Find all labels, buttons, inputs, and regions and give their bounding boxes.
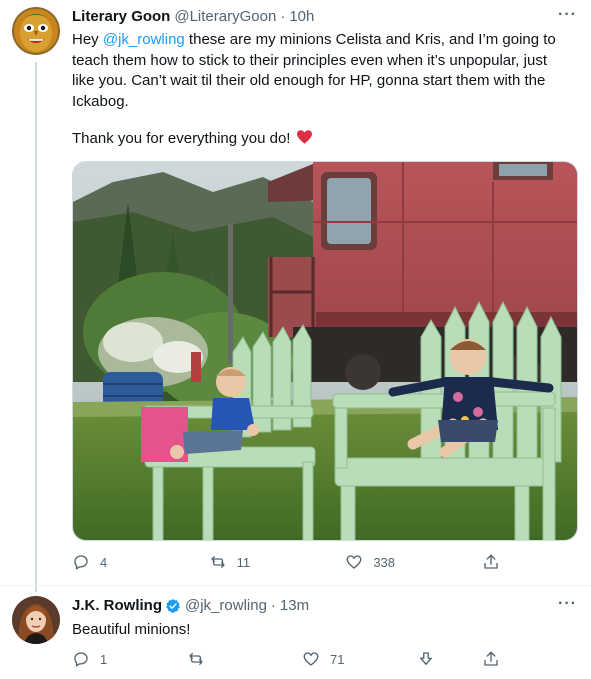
avatar-portrait-icon	[12, 596, 60, 644]
retweet-icon	[189, 653, 203, 665]
tweet-text: Beautiful minions!	[72, 620, 572, 641]
tweet-photo[interactable]	[72, 161, 578, 541]
share-button[interactable]	[482, 650, 502, 668]
red-heart-emoji-icon	[296, 130, 312, 144]
avatar[interactable]	[12, 7, 60, 55]
tweet-literary-goon[interactable]: Literary Goon @LiteraryGoon · 10h ··· He…	[0, 0, 591, 592]
tweet-header: J.K. Rowling @jk_rowling · 13m	[72, 597, 309, 614]
reply-count: 1	[100, 651, 108, 667]
text-segment: Beautiful minions!	[72, 621, 191, 638]
like-count: 338	[373, 554, 396, 570]
tweet-actions: 1 71	[72, 650, 502, 668]
more-options-icon[interactable]: ···	[558, 6, 577, 24]
retweet-button[interactable]	[187, 650, 277, 668]
user-handle[interactable]: @LiteraryGoon	[174, 8, 276, 25]
tweet-text: Hey @jk_rowling these are my minions Cel…	[72, 30, 572, 112]
text-segment: Thank you for everything you do!	[72, 130, 291, 147]
display-name[interactable]: J.K. Rowling	[72, 597, 162, 614]
separator-dot: ·	[270, 597, 276, 614]
reply-button[interactable]: 1	[72, 650, 162, 668]
tweet-header: Literary Goon @LiteraryGoon · 10h	[72, 8, 314, 25]
retweet-count: 11	[236, 554, 251, 570]
like-count: 71	[330, 651, 345, 667]
retweet-icon	[210, 556, 225, 568]
tweet-actions: 4 11 338	[72, 553, 502, 571]
reply-button[interactable]: 4	[72, 553, 162, 571]
share-button[interactable]	[482, 553, 502, 571]
reply-bubble-icon	[74, 652, 88, 667]
user-handle[interactable]: @jk_rowling	[185, 597, 267, 614]
retweet-button[interactable]: 11	[209, 553, 299, 571]
like-button[interactable]: 338	[345, 553, 435, 571]
heart-icon	[346, 555, 362, 569]
reply-count: 4	[100, 554, 108, 570]
download-arrow-icon	[420, 652, 432, 665]
heart-icon	[303, 652, 319, 666]
avatar-goon-mask-icon	[12, 7, 60, 55]
separator-dot: ·	[280, 8, 286, 25]
display-name[interactable]: Literary Goon	[72, 8, 170, 25]
tweet-text-paragraph-2: Thank you for everything you do!	[72, 128, 572, 150]
mention-link[interactable]: @jk_rowling	[103, 31, 185, 48]
timestamp[interactable]: 13m	[280, 597, 309, 614]
like-button[interactable]: 71	[302, 650, 392, 668]
reply-bubble-icon	[74, 555, 88, 570]
more-options-icon[interactable]: ···	[558, 595, 577, 613]
verified-badge-icon	[166, 598, 180, 613]
share-upload-icon	[484, 651, 498, 666]
photo-children-chairs-caboose-icon	[73, 162, 577, 540]
tweet-jk-rowling[interactable]: J.K. Rowling @jk_rowling · 13m ··· Beaut…	[0, 585, 591, 679]
timestamp[interactable]: 10h	[289, 8, 314, 25]
thread-connector-line	[35, 62, 37, 592]
avatar[interactable]	[12, 596, 60, 644]
text-segment: Hey	[72, 31, 103, 48]
analytics-button[interactable]	[417, 650, 457, 668]
share-upload-icon	[484, 554, 498, 569]
